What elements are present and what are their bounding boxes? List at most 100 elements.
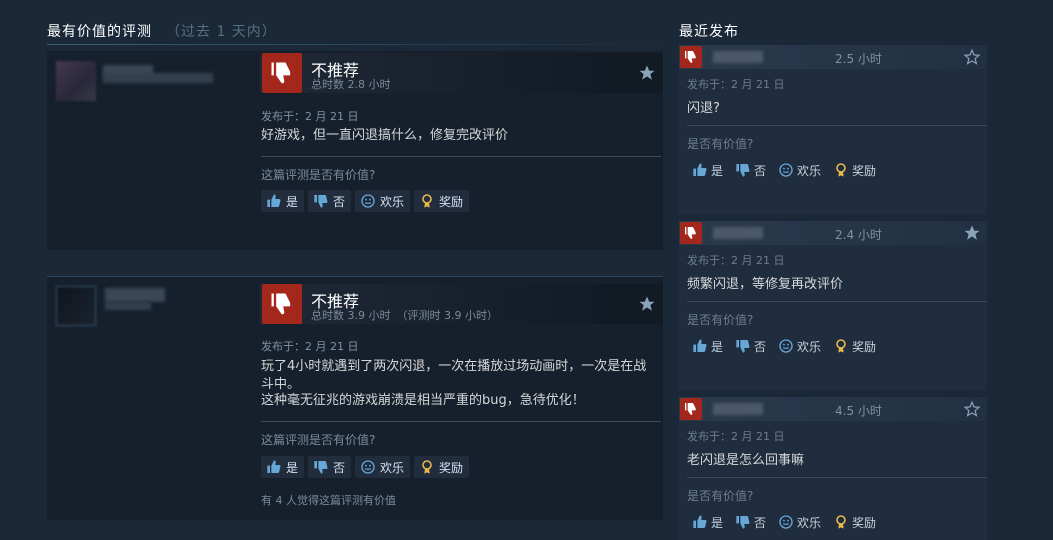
review-text: 频繁闪退，等修复再改评价	[687, 277, 844, 292]
helpful-question: 是否有价值?	[687, 489, 754, 503]
recent-review-header[interactable]: 2.5 小时	[679, 45, 987, 69]
vote-funny-label: 欢乐	[797, 515, 822, 530]
reviewer-product-count	[103, 73, 213, 83]
vote-no-label: 否	[333, 460, 346, 475]
avatar[interactable]	[56, 286, 96, 326]
thumbs-down-icon	[680, 222, 702, 244]
smile-icon	[779, 339, 793, 353]
reviewer-name[interactable]	[713, 51, 763, 63]
award-icon	[836, 339, 846, 353]
vote-buttons: 是 否 欢乐 奖励	[687, 159, 879, 181]
vote-no-button[interactable]: 否	[730, 511, 769, 533]
vote-no-label: 否	[754, 163, 767, 178]
smile-icon	[361, 460, 375, 474]
vote-funny-button[interactable]: 欢乐	[355, 190, 411, 212]
review-card: 不推荐 总时数 2.8 小时 发布于：2 月 21 日 好游戏，但一直闪退搞什么…	[47, 51, 663, 250]
vote-yes-label: 是	[711, 163, 724, 178]
smile-icon	[779, 163, 793, 177]
thumbs-down-icon	[314, 461, 328, 474]
recent-review-header[interactable]: 2.4 小时	[679, 221, 987, 245]
thumbs-down-icon	[262, 284, 302, 324]
vote-funny-button[interactable]: 欢乐	[773, 159, 824, 181]
award-button[interactable]: 奖励	[828, 159, 879, 181]
vote-yes-label: 是	[711, 339, 724, 354]
reviewer-product-count	[105, 302, 151, 310]
vote-yes-button[interactable]: 是	[687, 511, 726, 533]
thumbs-down-icon	[680, 46, 702, 68]
vote-no-button[interactable]: 否	[730, 335, 769, 357]
divider	[687, 125, 987, 126]
vote-yes-label: 是	[286, 460, 299, 475]
recent-title: 最近发布	[679, 24, 739, 40]
award-button[interactable]: 奖励	[828, 335, 879, 357]
recent-review-body: 发布于：2 月 21 日 闪退? 是否有价值? 是 否 欢乐 奖励	[679, 69, 987, 215]
smile-icon	[361, 194, 375, 208]
vote-no-button[interactable]: 否	[730, 159, 769, 181]
divider	[687, 477, 987, 478]
reviewer-name[interactable]	[713, 403, 763, 415]
thumbs-down-icon	[736, 164, 750, 177]
review-text: 好游戏，但一直闪退搞什么，修复完改评价	[261, 128, 509, 143]
award-label: 奖励	[852, 515, 877, 530]
vote-no-label: 否	[754, 339, 767, 354]
reviewer-name[interactable]	[713, 227, 763, 239]
star-outline-icon[interactable]	[963, 48, 981, 66]
most-helpful-rule	[47, 44, 663, 45]
vote-yes-button[interactable]: 是	[261, 456, 305, 478]
recent-hours: 2.4 小时	[835, 228, 882, 242]
recent-review-header[interactable]: 4.5 小时	[679, 397, 987, 421]
posted-date: 发布于：2 月 21 日	[261, 340, 359, 353]
vote-funny-button[interactable]: 欢乐	[773, 335, 824, 357]
most-helpful-period: （过去 1 天内）	[166, 24, 277, 40]
vote-yes-label: 是	[711, 515, 724, 530]
card-top-border	[47, 276, 663, 277]
avatar[interactable]	[56, 61, 96, 101]
vote-yes-button[interactable]: 是	[687, 159, 726, 181]
thumbs-down-icon	[262, 53, 302, 93]
award-label: 奖励	[852, 163, 877, 178]
most-helpful-title: 最有价值的评测 （过去 1 天内）	[47, 21, 277, 41]
star-icon[interactable]	[638, 64, 656, 82]
thumbs-down-icon	[736, 516, 750, 529]
divider	[687, 301, 987, 302]
divider	[261, 421, 661, 422]
vote-no-button[interactable]: 否	[308, 190, 352, 212]
vote-funny-button[interactable]: 欢乐	[773, 511, 824, 533]
star-icon[interactable]	[963, 224, 981, 242]
vote-no-button[interactable]: 否	[308, 456, 352, 478]
hours-total: 总时数 3.9 小时	[311, 309, 391, 322]
thumbs-down-icon	[680, 398, 702, 420]
reviewer-name[interactable]	[105, 288, 165, 302]
vote-yes-button[interactable]: 是	[687, 335, 726, 357]
star-icon[interactable]	[638, 295, 656, 313]
award-icon	[422, 194, 432, 208]
thumbs-up-icon	[693, 339, 707, 352]
helpful-question: 是否有价值?	[687, 137, 754, 151]
recent-hours: 2.5 小时	[835, 52, 882, 66]
vote-header[interactable]: 不推荐 总时数 2.8 小时	[260, 53, 663, 93]
smile-icon	[779, 515, 793, 529]
review-text: 老闪退是怎么回事嘛	[687, 453, 805, 468]
posted-date: 发布于：2 月 21 日	[687, 254, 785, 267]
award-icon	[836, 163, 846, 177]
award-button[interactable]: 奖励	[828, 511, 879, 533]
review-card: 不推荐 总时数 3.9 小时 （评测时 3.9 小时） 发布于：2 月 21 日 …	[47, 276, 663, 520]
award-button[interactable]: 奖励	[414, 190, 470, 212]
vote-buttons: 是 否 欢乐 奖励	[687, 511, 879, 533]
award-label: 奖励	[852, 339, 877, 354]
divider	[261, 156, 661, 157]
thumbs-down-icon	[736, 340, 750, 353]
vote-funny-label: 欢乐	[380, 194, 405, 209]
vote-header[interactable]: 不推荐 总时数 3.9 小时 （评测时 3.9 小时）	[260, 284, 663, 324]
star-outline-icon[interactable]	[963, 400, 981, 418]
helpful-question: 这篇评测是否有价值?	[261, 433, 376, 447]
thumbs-up-icon	[267, 194, 281, 207]
thumbs-up-icon	[267, 460, 281, 473]
recent-review-body: 发布于：2 月 21 日 老闪退是怎么回事嘛 是否有价值? 是 否 欢乐 奖励	[679, 421, 987, 540]
award-button[interactable]: 奖励	[414, 456, 470, 478]
vote-funny-button[interactable]: 欢乐	[355, 456, 411, 478]
vote-no-label: 否	[754, 515, 767, 530]
review-text: 闪退?	[687, 101, 720, 116]
thumbs-down-icon	[314, 195, 328, 208]
vote-yes-button[interactable]: 是	[261, 190, 305, 212]
